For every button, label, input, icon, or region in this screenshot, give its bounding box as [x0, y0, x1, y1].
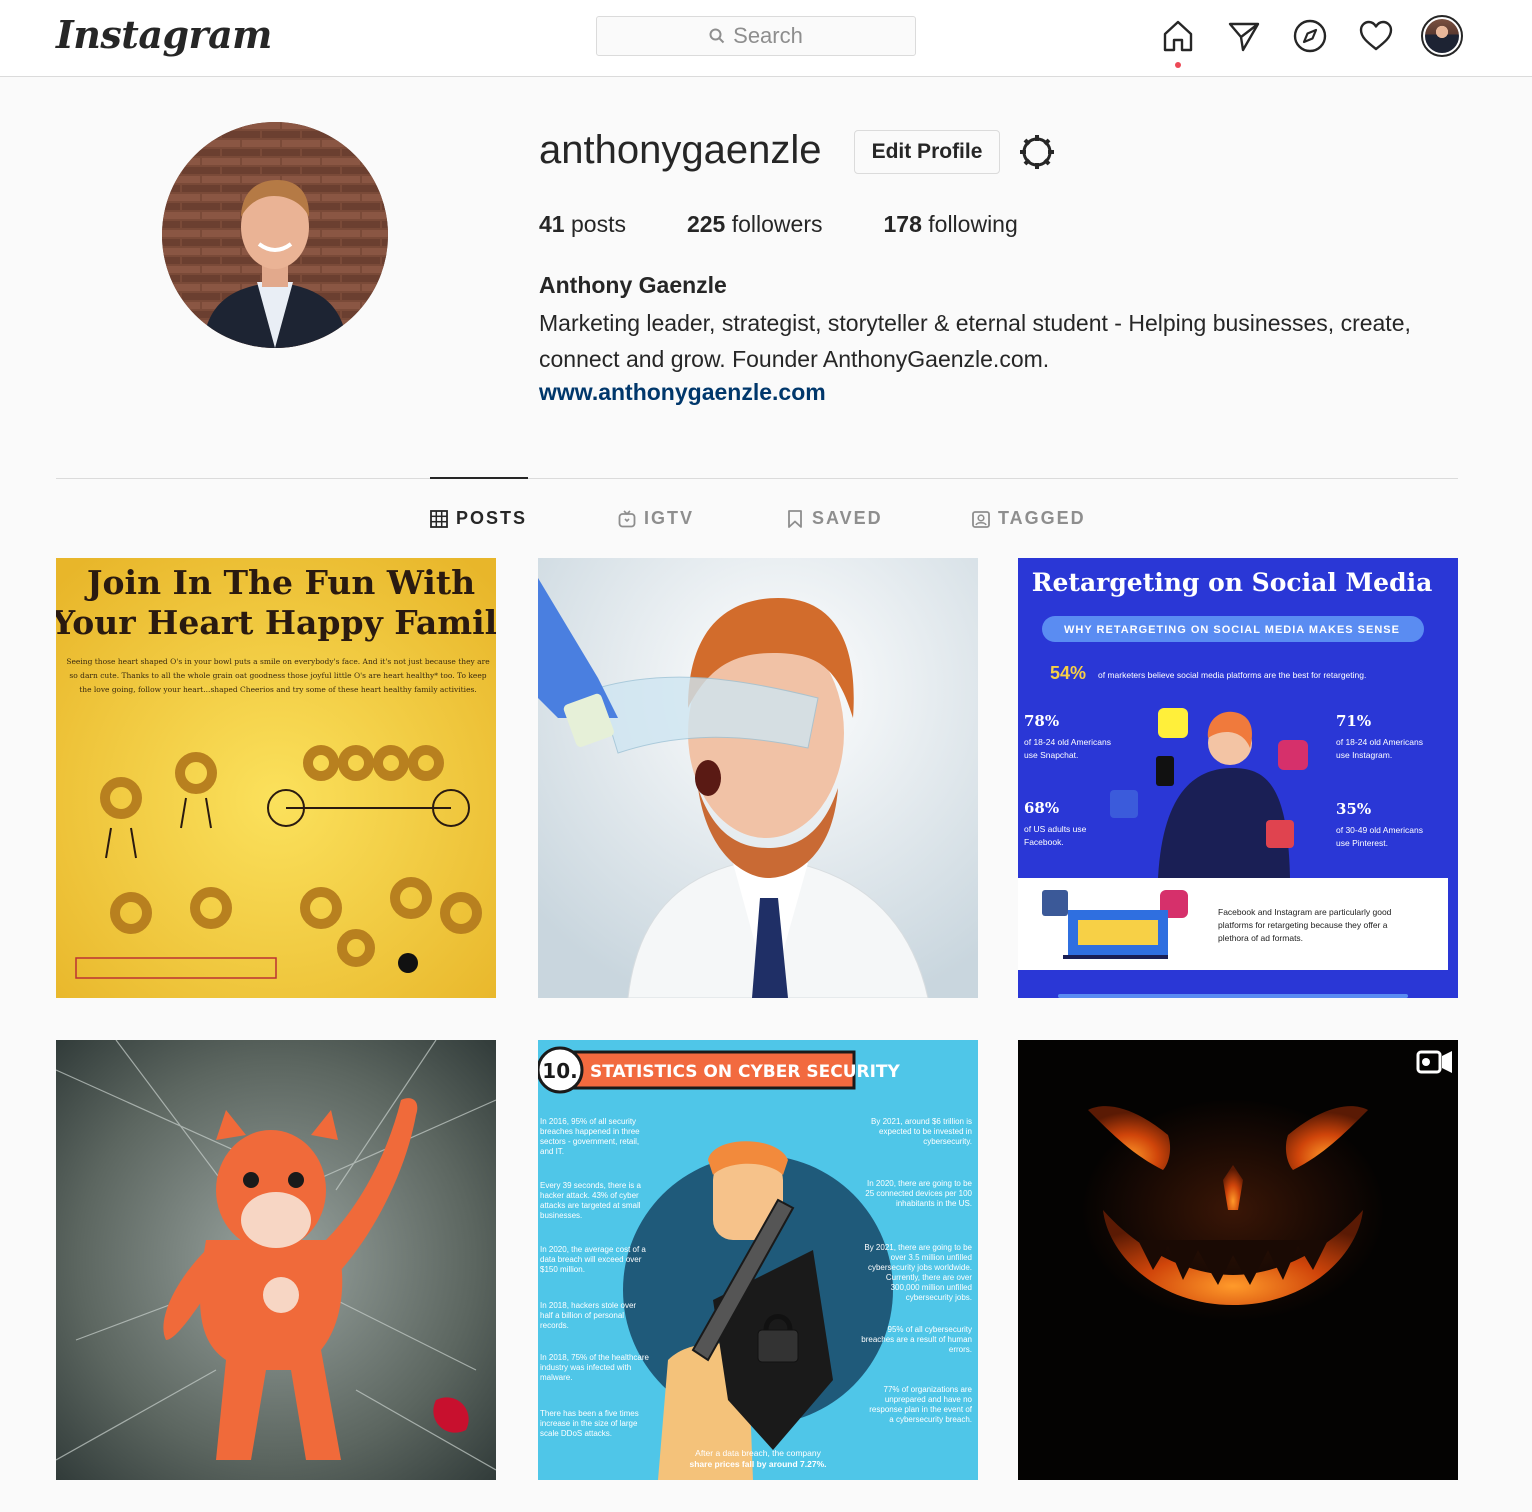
followers-link[interactable]: 225 followers: [687, 211, 823, 238]
post-tile[interactable]: 10. STATISTICS ON CYBER SECURITY In 2016…: [538, 1040, 978, 1480]
tab-tagged-label: TAGGED: [998, 508, 1086, 528]
profile-bio: Marketing leader, strategist, storytelle…: [539, 310, 1411, 372]
posts-label: posts: [570, 211, 626, 237]
post3-stat2-value: 71%: [1336, 712, 1371, 730]
tabs-divider: [56, 478, 1458, 479]
bookmark-icon: [788, 509, 802, 528]
post3-stat1-line2: use Snapchat.: [1024, 750, 1078, 760]
post3-stat3-value: 68%: [1024, 799, 1059, 817]
direct-messages-button[interactable]: [1224, 16, 1264, 56]
activity-button[interactable]: [1356, 16, 1396, 56]
tab-posts[interactable]: POSTS: [430, 508, 527, 529]
post5-bottom-line2: share prices fall by around 7.27%.: [689, 1459, 826, 1469]
search-box[interactable]: Search: [596, 16, 916, 56]
search-placeholder: Search: [733, 23, 803, 48]
post3-footer-line2: platforms for retargeting because they o…: [1218, 920, 1388, 930]
post1-body-line1: Seeing those heart shaped O's in your bo…: [66, 657, 490, 666]
post5-title: STATISTICS ON CYBER SECURITY: [590, 1062, 901, 1082]
post-tile[interactable]: Join In The Fun With Your Heart Happy Fa…: [56, 558, 496, 998]
avatar: [1425, 19, 1459, 53]
post3-title: Retargeting on Social Media: [1032, 568, 1433, 597]
following-link[interactable]: 178 following: [884, 211, 1018, 238]
profile-stats: 41 posts 225 followers 178 following: [539, 211, 1079, 238]
post3-footer-line1: Facebook and Instagram are particularly …: [1218, 907, 1392, 917]
active-tab-indicator: [430, 477, 528, 479]
profile-photo: [162, 122, 388, 348]
posts-count-value: 41: [539, 211, 565, 237]
top-navigation-bar: Instagram Search: [0, 0, 1532, 77]
post3-main-stat-text: of marketers believe social media platfo…: [1098, 670, 1366, 680]
post1-title-line2: Your Heart Happy Family: [56, 603, 496, 642]
edit-profile-button[interactable]: Edit Profile: [854, 130, 1000, 174]
tab-saved[interactable]: SAVED: [786, 508, 883, 529]
profile-website-link[interactable]: www.anthonygaenzle.com: [539, 379, 826, 406]
home-button[interactable]: [1158, 16, 1198, 56]
post-image-pumpkin: [1018, 1040, 1458, 1480]
tab-posts-label: POSTS: [456, 508, 528, 528]
post-image-retargeting: Retargeting on Social Media WHY RETARGET…: [1018, 558, 1458, 998]
igtv-icon: [618, 509, 636, 527]
heart-icon: [1359, 20, 1393, 51]
instagram-logo[interactable]: Instagram: [56, 12, 272, 57]
followers-label: followers: [731, 211, 823, 237]
direct-icon: [1228, 22, 1260, 52]
following-label: following: [928, 211, 1018, 237]
home-icon: [1163, 20, 1193, 52]
explore-icon: [1293, 19, 1327, 53]
tab-tagged[interactable]: TAGGED: [972, 508, 1086, 529]
post1-body-line2: so darn cute. Thanks to all the whole gr…: [69, 671, 486, 680]
post3-stat2-line1: of 18-24 old Americans: [1336, 737, 1423, 747]
tab-saved-label: SAVED: [812, 508, 883, 528]
profile-picture[interactable]: [162, 122, 388, 348]
following-count-value: 178: [883, 211, 922, 237]
post-image-cheerios: Join In The Fun With Your Heart Happy Fa…: [56, 558, 496, 998]
post5-number: 10.: [542, 1059, 577, 1083]
settings-button[interactable]: [1016, 131, 1058, 173]
post3-stat3-line1: of US adults use: [1024, 824, 1087, 834]
post3-subtitle: WHY RETARGETING ON SOCIAL MEDIA MAKES SE…: [1064, 624, 1400, 636]
post1-title-line1: Join In The Fun With: [84, 563, 475, 602]
post-tile[interactable]: [56, 1040, 496, 1480]
posts-count: 41 posts: [539, 211, 626, 238]
post3-main-stat-value: 54%: [1050, 663, 1086, 683]
post3-stat1-line1: of 18-24 old Americans: [1024, 737, 1111, 747]
post-tile[interactable]: Retargeting on Social Media WHY RETARGET…: [1018, 558, 1458, 998]
gear-icon: [1020, 135, 1054, 169]
post3-footer-line3: plethora of ad formats.: [1218, 933, 1303, 943]
profile-full-name: Anthony Gaenzle: [539, 272, 727, 298]
profile-avatar-button[interactable]: [1421, 15, 1463, 57]
notification-dot: [1175, 62, 1181, 68]
tab-igtv[interactable]: IGTV: [618, 508, 694, 529]
post3-stat4-line1: of 30-49 old Americans: [1336, 825, 1423, 835]
post-tile[interactable]: [538, 558, 978, 998]
post3-stat3-line2: Facebook.: [1024, 837, 1064, 847]
post3-stat4-line2: use Pinterest.: [1336, 838, 1388, 848]
tagged-icon: [972, 510, 990, 528]
tab-igtv-label: IGTV: [644, 508, 695, 528]
post-image-scientist: [538, 558, 978, 998]
post3-stat2-line2: use Instagram.: [1336, 750, 1392, 760]
post5-bottom-line1: After a data breach, the company: [695, 1448, 821, 1458]
post3-stat4-value: 35%: [1336, 800, 1371, 818]
explore-button[interactable]: [1290, 16, 1330, 56]
post3-stat1-value: 78%: [1024, 712, 1059, 730]
grid-icon: [430, 509, 448, 528]
profile-username: anthonygaenzle: [539, 128, 822, 172]
post-tile[interactable]: [1018, 1040, 1458, 1480]
followers-count-value: 225: [686, 211, 726, 237]
post1-body-line3: the love going, follow your heart...shap…: [79, 685, 477, 694]
search-icon: [709, 28, 725, 44]
post-image-cyber-security: 10. STATISTICS ON CYBER SECURITY In 2016…: [538, 1040, 978, 1480]
post-image-tiger: [56, 1040, 496, 1480]
